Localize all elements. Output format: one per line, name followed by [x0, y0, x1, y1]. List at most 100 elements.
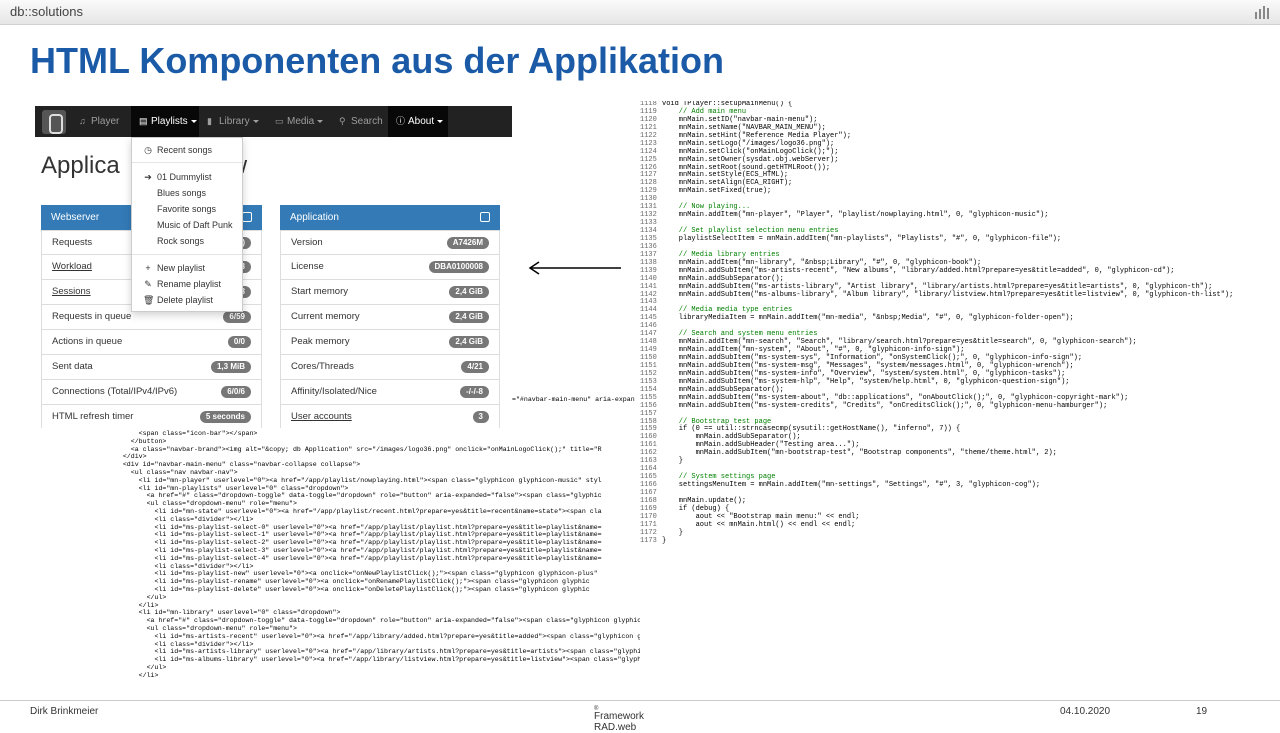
- code-text: mnMain.addItem("mn-player", "Player", "p…: [662, 211, 1049, 220]
- nav-library[interactable]: ▮ Library: [207, 106, 259, 137]
- html-code-line: </li>: [107, 671, 159, 679]
- application-row: License DBA0100008: [280, 255, 500, 280]
- book-icon: ▮: [207, 116, 212, 126]
- app-screenshot: ♫ Player ▤ Playlists ▮ Library ▭ Media ⚲ Sear…: [35, 106, 512, 428]
- code-text: mnMain.setID("navbar-main-menu");: [662, 115, 818, 124]
- code-text: if (debug) {: [662, 504, 730, 513]
- nav-search[interactable]: ⚲ Search: [339, 106, 383, 137]
- top-bar: db::solutions: [0, 0, 1280, 25]
- pencil-icon: ✎: [144, 279, 152, 289]
- html-code-line: <ul class="nav navbar-nav">: [107, 468, 238, 476]
- value-badge: 5 seconds: [199, 411, 251, 423]
- code-text: mnMain.addSubItem("ms-system-about", "db…: [662, 393, 1129, 402]
- line-number: 1173: [640, 536, 657, 545]
- menu-item-playlist[interactable]: Music of Daft Punk: [132, 217, 242, 233]
- code-text: mnMain.addSubItem("ms-system-credits", "…: [662, 401, 1108, 410]
- caret-down-icon: [437, 119, 444, 123]
- menu-item-playlist[interactable]: Blues songs: [132, 185, 242, 201]
- menu-item-delete-playlist[interactable]: 🗑 Delete playlist: [132, 292, 242, 308]
- webserver-row: Connections (Total/IPv4/IPv6) 6/0/6: [41, 380, 262, 405]
- value-badge: 6/59: [223, 311, 251, 323]
- collapse-icon[interactable]: [242, 212, 252, 222]
- code-text: mnMain.addSubHeader("Testing area...");: [662, 441, 860, 450]
- code-text: mnMain.addItem("mn-system", "About", "#"…: [662, 346, 965, 355]
- code-line: 1142 mnMain.addSubItem("ms-albums-librar…: [640, 290, 1270, 300]
- code-text: mnMain.addSubSeparator();: [662, 385, 784, 394]
- code-text: void TPlayer::setupMainMenu() {: [662, 101, 793, 108]
- divider: [132, 254, 242, 255]
- menu-item-playlist[interactable]: Rock songs: [132, 233, 242, 249]
- menu-item-rename-playlist[interactable]: ✎ Rename playlist: [132, 276, 242, 292]
- code-text: mnMain.addSubItem("ms-artists-library", …: [662, 282, 1213, 291]
- code-line: 1132 mnMain.addItem("mn-player", "Player…: [640, 211, 1270, 220]
- menu-item-playlist[interactable]: Favorite songs: [132, 201, 242, 217]
- application-row: Cores/Threads 4/21: [280, 355, 500, 380]
- application-panel-header: Application: [280, 205, 500, 230]
- file-icon: ▤: [139, 116, 148, 126]
- html-code-line: <li id="ms-playlist-delete" userlevel="0…: [107, 585, 590, 593]
- code-text: // Now playing...: [662, 203, 751, 212]
- menu-item-new-playlist[interactable]: + New playlist: [132, 260, 242, 276]
- html-code-line: <li id="mn-playlists" userlevel="0" clas…: [107, 484, 349, 492]
- code-line: 1135 playlistSelectItem = mnMain.addItem…: [640, 235, 1270, 244]
- value-badge: 0/0: [227, 336, 251, 348]
- html-code-line: <span class="icon-bar"></span>: [107, 430, 258, 437]
- nav-playlists[interactable]: ▤ Playlists: [131, 106, 199, 137]
- code-text: mnMain.setOwner(sysdat.obj.webServer);: [662, 155, 839, 164]
- code-text: mnMain.addSubSeparator();: [662, 274, 784, 283]
- caret-down-icon: [317, 119, 324, 123]
- nav-player[interactable]: ♫ Player: [79, 106, 131, 137]
- html-code-line: <li id="ms-albums-library" userlevel="0"…: [154, 656, 640, 664]
- nav-about[interactable]: ⓘ About: [388, 106, 448, 137]
- code-text: aout << mnMain.html() << endl << endl;: [662, 520, 856, 529]
- html-code-line: <li id="mn-state" userlevel="0"><a href=…: [107, 507, 602, 515]
- plus-icon: +: [145, 263, 151, 273]
- application-row: Current memory 2,4 GiB: [280, 305, 500, 330]
- code-text: mnMain.setHint("Reference Media Player")…: [662, 131, 852, 140]
- html-code-line: </button>: [107, 437, 167, 445]
- html-code-line: <li id="ms-playlist-select-2" userlevel=…: [107, 539, 602, 547]
- code-text: mnMain.addItem("mn-library", "&nbsp;Libr…: [662, 258, 982, 267]
- html-code-block: <span class="icon-bar"></span> </button>…: [107, 430, 640, 686]
- code-text: }: [662, 528, 684, 537]
- value-badge: 4/21: [461, 361, 489, 373]
- footer-author: Dirk Brinkmeier: [30, 706, 99, 717]
- code-line: 1172 }: [640, 528, 1270, 538]
- code-text: mnMain.addSubItem("ms-artists-recent", "…: [662, 266, 1175, 275]
- html-code-line: <li class="divider"></li>: [107, 562, 254, 570]
- html-code-line: </li>: [107, 601, 159, 609]
- application-row: Start memory 2,4 GiB: [280, 280, 500, 305]
- html-code-line: <li class="divider"></li>: [107, 515, 254, 523]
- code-text: settingsMenuItem = mnMain.addItem("mn-se…: [662, 481, 1041, 489]
- html-code-line: <li id="ms-artists-recent" userlevel="0"…: [154, 632, 640, 640]
- html-code-line: <a class="navbar-brand"><img alt="&copy;…: [107, 445, 602, 453]
- code-text: mnMain.addItem("mn-search", "Search", "l…: [662, 338, 1137, 347]
- code-text: }: [662, 457, 684, 466]
- search-icon: ⚲: [339, 116, 346, 126]
- time-icon: ◷: [144, 145, 152, 155]
- app-logo-icon[interactable]: [42, 110, 66, 134]
- application-row: Version A7426M: [280, 230, 500, 255]
- collapse-icon[interactable]: [480, 212, 490, 222]
- menu-item-playlist[interactable]: ➔ 01 Dummylist: [132, 169, 242, 185]
- html-code-line: </ul>: [107, 663, 167, 671]
- code-text: mnMain.addSubSeparator();: [662, 433, 801, 442]
- code-line: 1171 aout << mnMain.html() << endl << en…: [640, 520, 1270, 530]
- code-line: 1166 settingsMenuItem = mnMain.addItem("…: [640, 481, 1270, 490]
- application-row[interactable]: User accounts 3: [280, 405, 500, 428]
- code-text: mnMain.addSubItem("ms-system-sys", "Info…: [662, 354, 1083, 362]
- nav-media[interactable]: ▭ Media: [275, 106, 324, 137]
- html-code-line: </ul>: [107, 593, 167, 601]
- code-line: 1162 mnMain.addSubItem("mn-bootstrap-tes…: [640, 449, 1270, 458]
- code-line: 1145 libraryMediaItem = mnMain.addItem("…: [640, 314, 1270, 323]
- code-text: // Add main menu: [662, 107, 747, 116]
- code-text: mnMain.addSubItem("ms-albums-library", "…: [662, 290, 1234, 299]
- cpp-code-block: 1118 void TPlayer::setupMainMenu() {1119 …: [640, 101, 1270, 607]
- code-text: mnMain.addSubItem("mn-bootstrap-test", "…: [662, 449, 1057, 458]
- html-code-line: <li id="ms-playlist-select-1" userlevel=…: [107, 531, 602, 539]
- html-code-line: <div id="navbar-main-menu" class="navbar…: [107, 461, 361, 469]
- menu-item-recent[interactable]: ◷ Recent songs: [132, 142, 242, 158]
- code-text: mnMain.setFixed(true);: [662, 187, 772, 196]
- application-row: Peak memory 2,4 GiB: [280, 330, 500, 355]
- caret-down-icon: [252, 119, 259, 123]
